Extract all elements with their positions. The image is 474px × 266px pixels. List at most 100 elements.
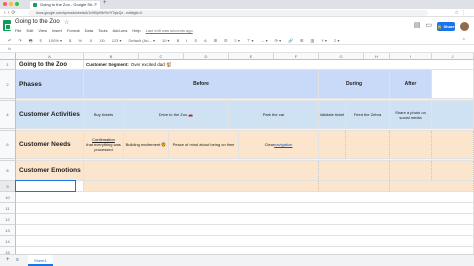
close-window-button[interactable] xyxy=(3,2,7,6)
url-field[interactable]: docs.google.com/spreadsheets/d/1x9f0pH5r… xyxy=(28,10,428,16)
row-header-6[interactable]: 6 xyxy=(0,131,16,159)
cell-need-navigation[interactable]: Clear navigation xyxy=(239,131,319,159)
comment-icon[interactable]: ▤ xyxy=(414,21,421,31)
toolbar-button[interactable]: ⊞ xyxy=(300,37,303,45)
menu-tools[interactable]: Tools xyxy=(98,28,107,33)
formula-bar[interactable]: fx xyxy=(0,45,474,53)
column-header-b[interactable]: B xyxy=(84,53,139,60)
star-icon[interactable]: ☆ xyxy=(64,19,69,26)
toolbar-button[interactable]: 🔗 xyxy=(288,37,293,45)
toolbar-button[interactable]: A xyxy=(204,37,207,45)
cell-phases-label[interactable]: Phases xyxy=(16,70,84,99)
column-header-i[interactable]: I xyxy=(390,53,432,60)
cell-phase-after[interactable]: After xyxy=(390,70,432,99)
menu-data[interactable]: Data xyxy=(85,28,93,33)
cell-needs-label[interactable]: Customer Needs xyxy=(16,131,84,159)
cell-emotions-row9[interactable] xyxy=(84,181,319,192)
toolbar-button[interactable]: 10 ▾ xyxy=(162,37,170,45)
toolbar-button[interactable]: ≡ ▾ xyxy=(234,37,239,45)
cell-need-peace[interactable]: Peace of mind about being on time xyxy=(169,131,239,159)
maximize-window-button[interactable] xyxy=(15,2,19,6)
column-header-c[interactable]: C xyxy=(139,53,184,60)
row-header-15[interactable]: 15 xyxy=(0,247,16,254)
cell-a9[interactable] xyxy=(16,181,84,192)
toolbar-button[interactable]: Σ ▾ xyxy=(334,37,340,45)
new-tab-button[interactable]: + xyxy=(103,0,107,6)
browser-extension-icons[interactable]: ☆⋮ xyxy=(455,9,468,17)
toolbar-button[interactable]: S xyxy=(194,37,197,45)
toolbar-button[interactable]: ▥ xyxy=(310,37,314,45)
cell-emotions-after[interactable] xyxy=(390,161,432,181)
cell-need-excitement[interactable]: Building excitement 🦁 xyxy=(124,131,169,159)
cell-activity-park[interactable]: Park the car xyxy=(229,101,319,129)
menu-addons[interactable]: Add-ons xyxy=(112,28,127,33)
menu-file[interactable]: File xyxy=(15,28,21,33)
cell-emotions-row9[interactable] xyxy=(319,181,390,192)
cell-empty[interactable] xyxy=(432,101,474,129)
menu-format[interactable]: Format xyxy=(67,28,80,33)
toolbar-button[interactable]: ⊟ xyxy=(224,37,227,45)
present-icon[interactable]: ▭ xyxy=(425,21,432,31)
cell-emotions-label[interactable]: Customer Emotions xyxy=(16,161,84,181)
menu-edit[interactable]: Edit xyxy=(26,28,33,33)
row-header-13[interactable]: 13 xyxy=(0,225,16,236)
cell-activity-feed-zebra[interactable]: Feed the Zebra xyxy=(346,101,390,129)
toolbar-button[interactable]: 123 ▾ xyxy=(112,37,122,45)
column-header-d[interactable]: D xyxy=(184,53,229,60)
cell-emotions-row9[interactable] xyxy=(390,181,474,192)
empty-row[interactable] xyxy=(16,225,474,236)
sheets-logo-icon[interactable] xyxy=(3,20,11,31)
empty-row[interactable] xyxy=(16,192,474,203)
toolbar-button[interactable]: $ xyxy=(69,37,71,45)
cell-title[interactable]: Going to the Zoo xyxy=(16,60,84,70)
empty-row[interactable] xyxy=(16,247,474,254)
row-header-1[interactable]: 1 xyxy=(0,60,16,70)
cell-emotions-during[interactable] xyxy=(319,161,390,181)
toolbar-button[interactable]: Y ▾ xyxy=(321,37,327,45)
column-header-h[interactable]: H xyxy=(364,53,390,60)
empty-row[interactable] xyxy=(16,236,474,247)
navigation-link[interactable]: navigation xyxy=(274,142,292,147)
empty-row[interactable] xyxy=(16,214,474,225)
close-tab-icon[interactable]: × xyxy=(94,1,97,9)
toolbar-button[interactable]: ⊞ xyxy=(214,37,217,45)
menu-help[interactable]: Help xyxy=(132,28,140,33)
doc-title[interactable]: Going to the Zoo xyxy=(15,19,60,25)
cell-empty[interactable] xyxy=(346,131,390,159)
toolbar-button[interactable]: B xyxy=(177,37,180,45)
row-header-2[interactable]: 2 xyxy=(0,70,16,99)
column-header-j[interactable]: J xyxy=(432,53,474,60)
cell-phase-before[interactable]: Before xyxy=(84,70,319,99)
cell-phase-during[interactable]: During xyxy=(319,70,390,99)
row-header-9[interactable]: 9 xyxy=(0,181,16,192)
toolbar-button[interactable]: .0 xyxy=(89,37,92,45)
column-header-a[interactable]: A xyxy=(16,53,84,60)
toolbar-button[interactable]: ↔ ▾ xyxy=(260,37,267,45)
add-sheet-icon[interactable]: + xyxy=(6,257,10,263)
row-header-10[interactable]: 10 xyxy=(0,192,16,203)
cell-empty[interactable] xyxy=(432,161,474,181)
cell-activities-label[interactable]: Customer Activities xyxy=(16,101,84,129)
row-header-4[interactable]: 4 xyxy=(0,101,16,129)
toolbar-button[interactable]: ¶ xyxy=(40,37,42,45)
cell-activity-buy-tickets[interactable]: Buy tickets xyxy=(84,101,124,129)
cell-empty[interactable] xyxy=(432,70,474,99)
toolbar-button[interactable]: % xyxy=(78,37,82,45)
menu-view[interactable]: View xyxy=(38,28,47,33)
cell-need-confirmation[interactable]: Confirmation that everything was process… xyxy=(84,131,124,159)
cell-empty[interactable] xyxy=(390,131,432,159)
toolbar-button[interactable]: ↷ xyxy=(18,37,21,45)
toolbar-button[interactable]: ⊤ ▾ xyxy=(247,37,254,45)
empty-row[interactable] xyxy=(16,203,474,214)
collapse-toolbar-icon[interactable]: ⌃ xyxy=(462,37,466,45)
cell-emotions-before[interactable] xyxy=(84,161,319,181)
browser-tab[interactable]: Going to the Zoo - Google Sh... × xyxy=(30,1,100,9)
share-button[interactable]: 🔒 Share xyxy=(437,21,455,31)
toolbar-button[interactable]: 100% ▾ xyxy=(49,37,62,45)
toolbar-button[interactable]: .00 xyxy=(99,37,105,45)
column-header-e[interactable]: E xyxy=(229,53,274,60)
column-header-g[interactable]: G xyxy=(319,53,364,60)
row-header-14[interactable]: 14 xyxy=(0,236,16,247)
cell-activity-share-photo[interactable]: Share a photo on social media xyxy=(390,101,432,129)
avatar[interactable] xyxy=(460,21,469,31)
